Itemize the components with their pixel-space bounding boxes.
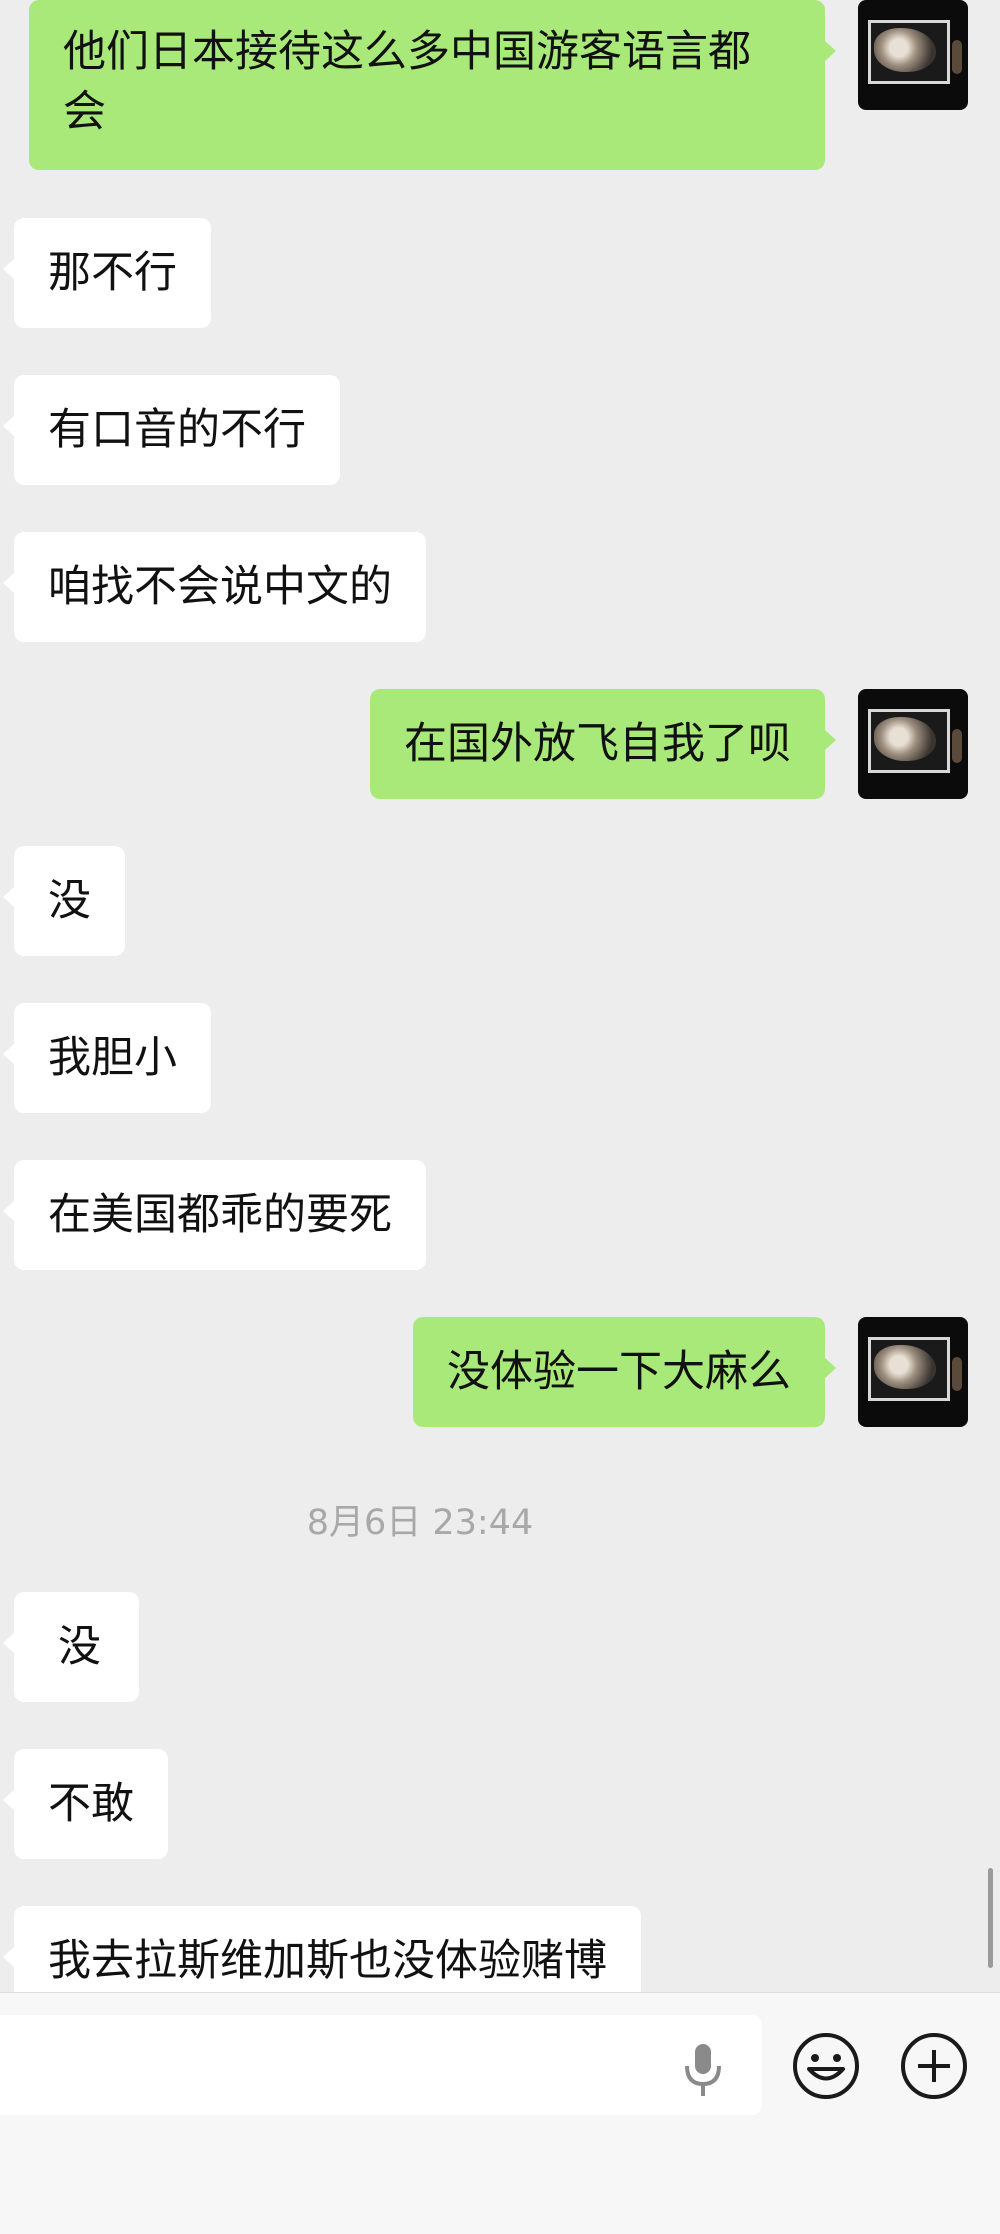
microphone-icon[interactable] <box>678 2040 728 2100</box>
emoji-icon[interactable] <box>792 2032 860 2100</box>
avatar[interactable] <box>858 1317 968 1427</box>
message-text: 在国外放飞自我了呗 <box>404 719 791 769</box>
message-text: 那不行 <box>48 248 177 298</box>
avatar[interactable] <box>858 0 968 110</box>
message-bubble-incoming[interactable]: 有口音的不行 <box>3 375 340 485</box>
message-bubble-outgoing[interactable]: 没体验一下大麻么 <box>413 1317 836 1427</box>
avatar[interactable] <box>858 689 968 799</box>
message-text: 没体验一下大麻么 <box>447 1347 791 1397</box>
message-bubble-incoming[interactable]: 没 <box>3 846 125 956</box>
message-text: 我胆小 <box>48 1033 177 1083</box>
message-text: 他们日本接待这么多中国游客语言都会 <box>63 27 751 137</box>
message-text: 我去拉斯维加斯也没体验赌博 <box>48 1936 607 1986</box>
scrollbar[interactable] <box>988 1868 993 1968</box>
message-bubble-incoming[interactable]: 在美国都乖的要死 <box>3 1160 426 1270</box>
message-bubble-outgoing[interactable]: 他们日本接待这么多中国游客语言都会 <box>29 0 836 170</box>
message-bubble-incoming[interactable]: 咱找不会说中文的 <box>3 532 426 642</box>
message-bubble-incoming[interactable]: 我胆小 <box>3 1003 211 1113</box>
chat-area[interactable]: 他们日本接待这么多中国游客语言都会 那不行 有口音的不行 咱找不会说中文的 在国… <box>0 0 1000 1992</box>
message-bubble-incoming[interactable]: 我去拉斯维加斯也没体验赌博 <box>3 1906 641 1992</box>
message-bubble-incoming[interactable]: 没 <box>3 1592 139 1702</box>
timestamp: 8月6日 23:44 <box>306 1503 534 1543</box>
input-bar <box>0 1992 1000 2234</box>
message-text: 不敢 <box>48 1779 134 1829</box>
message-bubble-outgoing[interactable]: 在国外放飞自我了呗 <box>370 689 836 799</box>
message-input[interactable] <box>0 2015 762 2115</box>
message-bubble-incoming[interactable]: 那不行 <box>3 218 211 328</box>
message-text: 有口音的不行 <box>48 405 306 455</box>
message-text: 在美国都乖的要死 <box>48 1190 392 1240</box>
plus-icon[interactable] <box>900 2032 968 2100</box>
message-text: 没 <box>58 1622 101 1672</box>
message-text: 没 <box>48 876 91 926</box>
message-bubble-incoming[interactable]: 不敢 <box>3 1749 168 1859</box>
message-text: 咱找不会说中文的 <box>48 562 392 612</box>
